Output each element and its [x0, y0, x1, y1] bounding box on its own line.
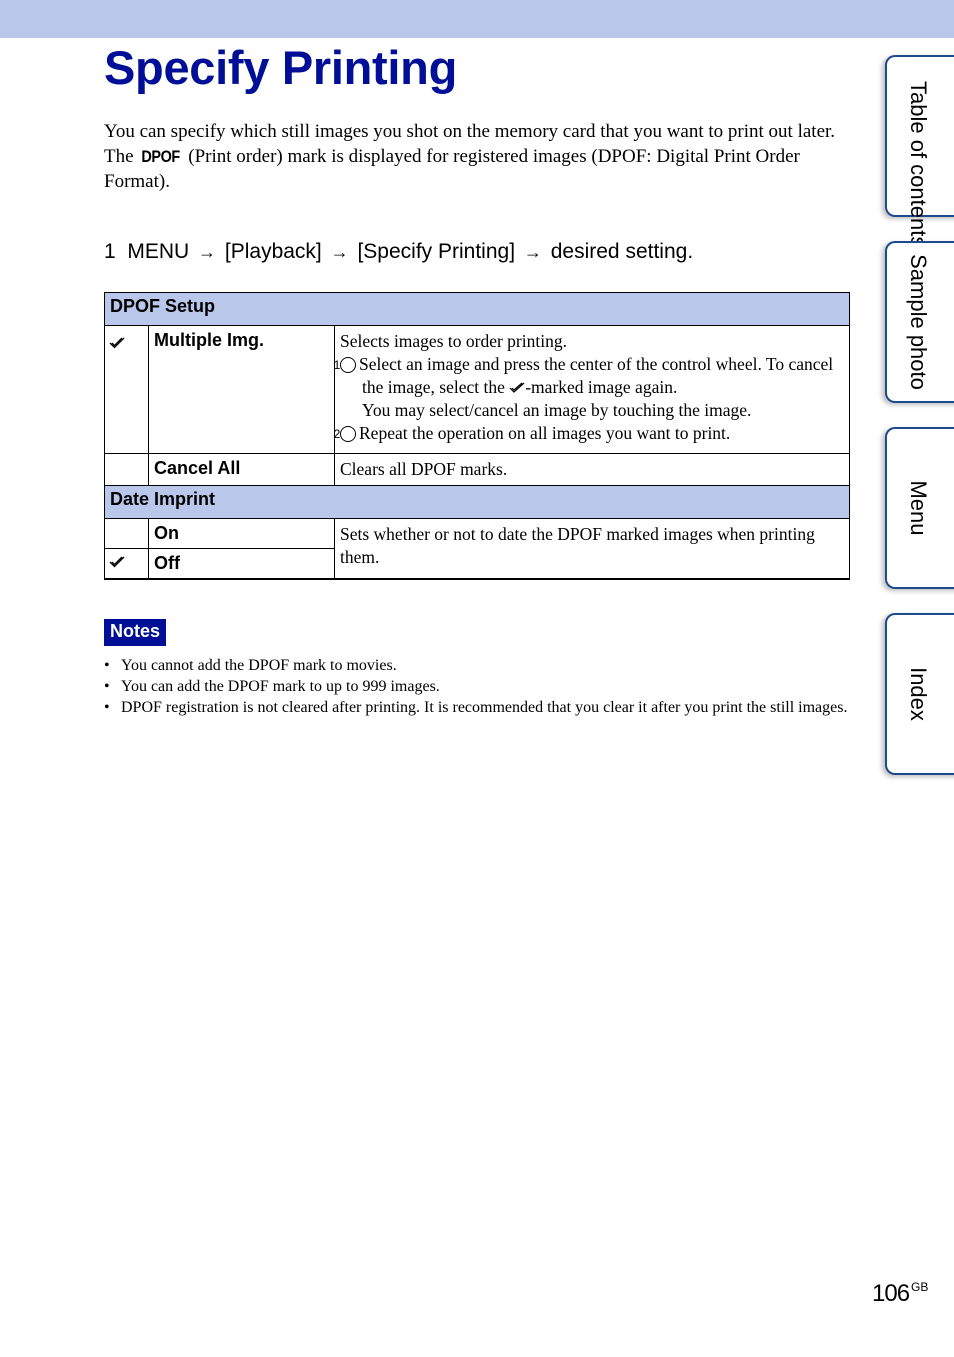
tab-table-of-contents[interactable]: Table of contents	[885, 55, 954, 247]
check-icon	[109, 337, 125, 349]
substep-2: 2 Repeat the operation on all images you …	[334, 422, 844, 445]
tab-label-text: Table of contents	[906, 81, 931, 248]
arrow-icon: →	[198, 242, 217, 262]
tab-index[interactable]: Index	[885, 613, 954, 775]
setting-name: On	[148, 518, 335, 549]
check-cell	[104, 518, 149, 549]
page-number: 106 GB	[872, 1280, 928, 1308]
intro-line-2-post: (Print order) mark is displayed for regi…	[104, 146, 800, 192]
section-title: DPOF Setup	[104, 292, 850, 326]
intro-line-1: You can specify which still images you s…	[104, 121, 836, 142]
intro-text: You can specify which still images you s…	[104, 119, 844, 194]
tab-label: Index	[906, 667, 931, 721]
check-cell	[104, 548, 149, 580]
tab-menu[interactable]: Menu	[885, 427, 954, 589]
arrow-icon: →	[523, 242, 542, 262]
section-title: Date Imprint	[104, 485, 850, 519]
substep-text: -marked image again.	[525, 377, 678, 397]
step-number: 1	[104, 240, 116, 263]
intro-line-2-pre: The	[104, 146, 139, 167]
tab-label: Table of contents	[906, 81, 931, 247]
arrow-icon: →	[330, 242, 349, 262]
setting-name: Multiple Img.	[148, 325, 335, 454]
substep-1: 1 Select an image and press the center of…	[334, 353, 844, 399]
check-icon	[109, 556, 125, 568]
table-row-cancel-all: Cancel All Clears all DPOF marks.	[104, 453, 850, 486]
dpof-mark-icon: DPOF	[141, 147, 181, 166]
intro-line-2: The DPOF (Print order) mark is displayed…	[104, 144, 844, 194]
substep-text: Repeat the operation on all images you w…	[359, 423, 731, 443]
check-cell	[104, 453, 149, 486]
tab-label: Menu	[906, 480, 931, 536]
note-item: DPOF registration is not cleared after p…	[104, 697, 850, 718]
settings-table: DPOF Setup Multiple Img. Selects images …	[104, 292, 850, 580]
table-row-on: On Sets whether or not to date the DPOF …	[104, 518, 850, 580]
desc-intro: Selects images to order printing.	[340, 331, 567, 351]
setting-description: Sets whether or not to date the DPOF mar…	[334, 518, 850, 580]
page-title: Specify Printing	[104, 41, 457, 94]
setting-name: Cancel All	[148, 453, 335, 486]
step-part: desired setting.	[550, 240, 694, 263]
section-header-date-imprint: Date Imprint	[104, 485, 850, 519]
page-number-value: 106	[872, 1280, 910, 1307]
substep-note: You may select/cancel an image by touchi…	[362, 400, 752, 420]
header-band	[0, 0, 954, 38]
section-header-dpof-setup: DPOF Setup	[104, 292, 850, 326]
circled-number-icon: 1	[334, 357, 356, 373]
tab-label: Sample photo	[906, 254, 931, 390]
notes-list: You cannot add the DPOF mark to movies. …	[104, 655, 850, 718]
setting-description: Clears all DPOF marks.	[334, 453, 850, 486]
setting-description: Selects images to order printing. 1 Selec…	[334, 325, 850, 454]
setting-name: Off	[148, 548, 335, 580]
table-row-multiple-img: Multiple Img. Selects images to order pr…	[104, 325, 850, 454]
note-item: You cannot add the DPOF mark to movies.	[104, 655, 850, 676]
check-cell	[104, 325, 149, 454]
notes-badge: Notes	[104, 619, 167, 646]
circled-number-icon: 2	[334, 426, 356, 442]
note-item: You can add the DPOF mark to up to 999 i…	[104, 676, 850, 697]
step-part: MENU	[127, 240, 190, 263]
step-part: [Playback]	[224, 240, 322, 263]
page-region-suffix: GB	[911, 1280, 929, 1294]
step-part: [Specify Printing]	[357, 240, 516, 263]
tab-sample-photo[interactable]: Sample photo	[885, 241, 954, 403]
check-icon	[509, 382, 525, 393]
step-1: 1 MENU → [Playback] → [Specify Printing]…	[104, 240, 693, 264]
